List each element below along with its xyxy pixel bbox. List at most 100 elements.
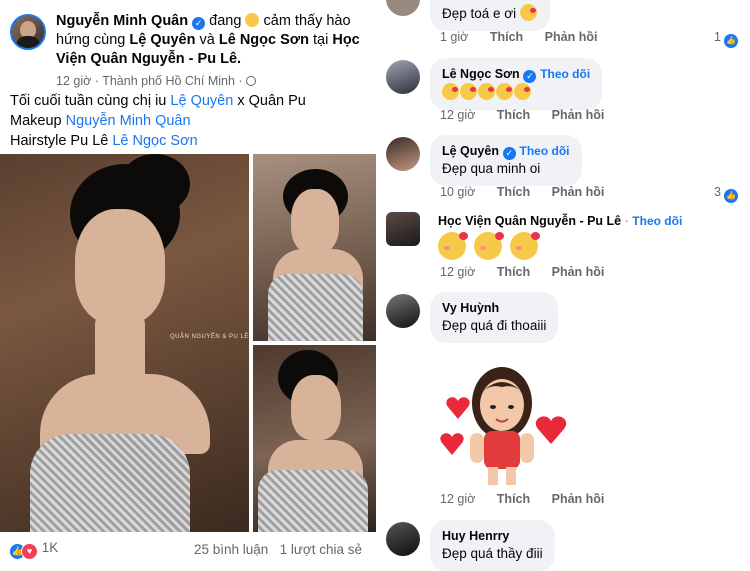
reply-button[interactable]: Phản hồi xyxy=(552,108,605,122)
globe-icon xyxy=(246,76,257,86)
commenter-name[interactable]: Vy Huỳnh xyxy=(442,299,546,317)
tagged-person-2[interactable]: Lê Ngọc Sơn xyxy=(219,32,309,48)
like-icon: 👍 xyxy=(724,189,738,203)
verified-badge-icon: ✓ xyxy=(502,147,516,160)
caption-tag-hair[interactable]: Lê Ngọc Sơn xyxy=(112,133,197,149)
comment-like-count[interactable]: 3 👍 xyxy=(714,185,738,203)
post-footer: 👍 ♥ 1K 25 bình luận 1 lượt chia sẻ xyxy=(10,540,370,560)
commenter-name[interactable]: Học Viện Quân Nguyễn - Pu Lê xyxy=(438,214,621,228)
comment-item: Vy Huỳnh Đẹp quá đi thoaiii xyxy=(386,292,746,343)
comment-time[interactable]: 12 giờ xyxy=(440,108,475,122)
follow-button[interactable]: Theo dõi xyxy=(540,67,590,81)
comment-actions: 12 giờ Thích Phản hồi xyxy=(440,265,622,279)
comment-item: Đẹp toá e ơi 1 giờ Thích Phản hồi 1 👍 xyxy=(386,0,746,50)
caption-text: x Quân Pu xyxy=(237,93,306,109)
smiling-hearts-emoji-icon xyxy=(474,232,504,260)
photo-grid: QUÂN NGUYỄN & PU LÊ xyxy=(0,154,376,532)
author-name[interactable]: Nguyễn Minh Quân xyxy=(56,13,188,29)
comment-bubble: Huy Henrry Đẹp quá thầy điii xyxy=(430,520,555,571)
heart-eyes-emoji-icon xyxy=(519,4,537,21)
feeling-word: đang xyxy=(209,13,242,29)
emoji-comment xyxy=(438,232,546,265)
commenter-name[interactable]: Lê Ngọc Sơn xyxy=(442,67,520,81)
comment-time[interactable]: 12 giờ xyxy=(440,492,475,506)
smiling-hearts-emoji-icon xyxy=(510,232,540,260)
post-header-text: Nguyễn Minh Quân ✓ đang cảm thấy hào hứn… xyxy=(56,12,366,91)
tagged-person-1[interactable]: Lệ Quyên xyxy=(129,32,195,48)
author-avatar[interactable] xyxy=(10,14,46,50)
comment-time[interactable]: 1 giờ xyxy=(440,30,468,44)
photo-2[interactable] xyxy=(253,154,376,341)
caption-text: Hairstyle Pu Lê xyxy=(10,133,109,149)
kiss-emoji-icon xyxy=(514,83,531,100)
photo-watermark: QUÂN NGUYỄN & PU LÊ xyxy=(170,334,249,340)
commenter-name[interactable]: Huy Henrry xyxy=(442,527,543,545)
commenter-avatar[interactable] xyxy=(386,522,420,556)
comment-bubble: Vy Huỳnh Đẹp quá đi thoaiii xyxy=(430,292,559,343)
like-icon: 👍 xyxy=(724,34,738,48)
like-button[interactable]: Thích xyxy=(497,265,530,279)
commenter-avatar[interactable] xyxy=(386,137,420,171)
reply-button[interactable]: Phản hồi xyxy=(545,30,598,44)
and-word: và xyxy=(199,32,215,48)
caption-tag-le-quyen[interactable]: Lệ Quyên xyxy=(170,93,233,109)
commenter-avatar[interactable] xyxy=(386,60,420,94)
comment-bubble: Đẹp toá e ơi xyxy=(430,0,550,31)
main-photo[interactable]: QUÂN NGUYỄN & PU LÊ xyxy=(0,154,249,532)
comment-item: 12 giờ Thích Phản hồi xyxy=(386,492,746,512)
post-time[interactable]: 12 giờ xyxy=(56,74,91,88)
comment-item: Lệ Quyên ✓ Theo dõi Đẹp qua minh oi 10 g… xyxy=(386,135,746,205)
comment-time[interactable]: 10 giờ xyxy=(440,185,475,199)
comment-header: Học Viện Quân Nguyễn - Pu Lê · Theo dõi xyxy=(438,214,682,228)
post-meta: 12 giờ · Thành phố Hồ Chí Minh · xyxy=(56,72,366,91)
reply-button[interactable]: Phản hồi xyxy=(552,492,605,506)
post-location[interactable]: Thành phố Hồ Chí Minh xyxy=(102,74,235,88)
commenter-name[interactable]: Lệ Quyên xyxy=(442,144,499,158)
verified-badge-icon: ✓ xyxy=(192,17,206,30)
like-button[interactable]: Thích xyxy=(497,185,530,199)
comment-like-count[interactable]: 1 👍 xyxy=(714,30,738,48)
commenter-avatar[interactable] xyxy=(386,0,420,16)
comment-actions: 12 giờ Thích Phản hồi xyxy=(440,108,622,122)
comment-actions: 12 giờ Thích Phản hồi xyxy=(440,492,622,506)
comment-bubble: Lê Ngọc Sơn ✓ Theo dõi xyxy=(430,58,603,110)
reply-button[interactable]: Phản hồi xyxy=(552,265,605,279)
reactions-count[interactable]: 1K xyxy=(42,540,59,555)
commenter-avatar[interactable] xyxy=(386,294,420,328)
kiss-emoji-icon xyxy=(460,83,477,100)
comment-text: Đẹp toá e ơi xyxy=(442,6,517,21)
caption-text: Tối cuối tuần cùng chị iu xyxy=(10,93,167,109)
post-caption: Tối cuối tuần cùng chị iu Lệ Quyên x Quâ… xyxy=(10,91,370,151)
shares-count[interactable]: 1 lượt chia sẻ xyxy=(280,542,362,557)
verified-badge-icon: ✓ xyxy=(523,70,537,83)
kiss-emoji-icon xyxy=(496,83,513,100)
heart-icon[interactable]: ♥ xyxy=(21,543,38,560)
like-button[interactable]: Thích xyxy=(490,30,523,44)
comment-text: Đẹp quá thầy điii xyxy=(442,546,543,561)
caption-tag-makeup[interactable]: Nguyễn Minh Quân xyxy=(66,113,191,129)
separator: · xyxy=(624,214,629,228)
comments-count[interactable]: 25 bình luận xyxy=(194,542,268,557)
like-button[interactable]: Thích xyxy=(497,108,530,122)
commenter-avatar[interactable] xyxy=(386,212,420,246)
follow-button[interactable]: Theo dõi xyxy=(632,214,682,228)
comment-actions: 10 giờ Thích Phản hồi xyxy=(440,185,622,199)
excited-emoji-icon xyxy=(245,13,260,27)
kiss-emoji-icon xyxy=(478,83,495,100)
comment-time[interactable]: 12 giờ xyxy=(440,265,475,279)
comment-text: Đẹp quá đi thoaiii xyxy=(442,318,547,333)
reply-button[interactable]: Phản hồi xyxy=(552,185,605,199)
photo-3[interactable] xyxy=(253,345,376,532)
comment-item: Học Viện Quân Nguyễn - Pu Lê · Theo dõi … xyxy=(386,212,746,282)
follow-button[interactable]: Theo dõi xyxy=(520,144,570,158)
comment-actions: 1 giờ Thích Phản hồi xyxy=(440,30,615,44)
kiss-emoji-row xyxy=(442,83,590,102)
comment-item: Huy Henrry Đẹp quá thầy điii xyxy=(386,520,746,571)
comment-item: Lê Ngọc Sơn ✓ Theo dõi 12 giờ Thích Phản… xyxy=(386,58,746,128)
caption-text: Makeup xyxy=(10,113,62,129)
avatar-sticker[interactable] xyxy=(440,363,570,488)
like-button[interactable]: Thích xyxy=(497,492,530,506)
kiss-emoji-icon xyxy=(442,83,459,100)
at-word: tại xyxy=(312,32,329,48)
comment-text: Đẹp qua minh oi xyxy=(442,161,541,176)
